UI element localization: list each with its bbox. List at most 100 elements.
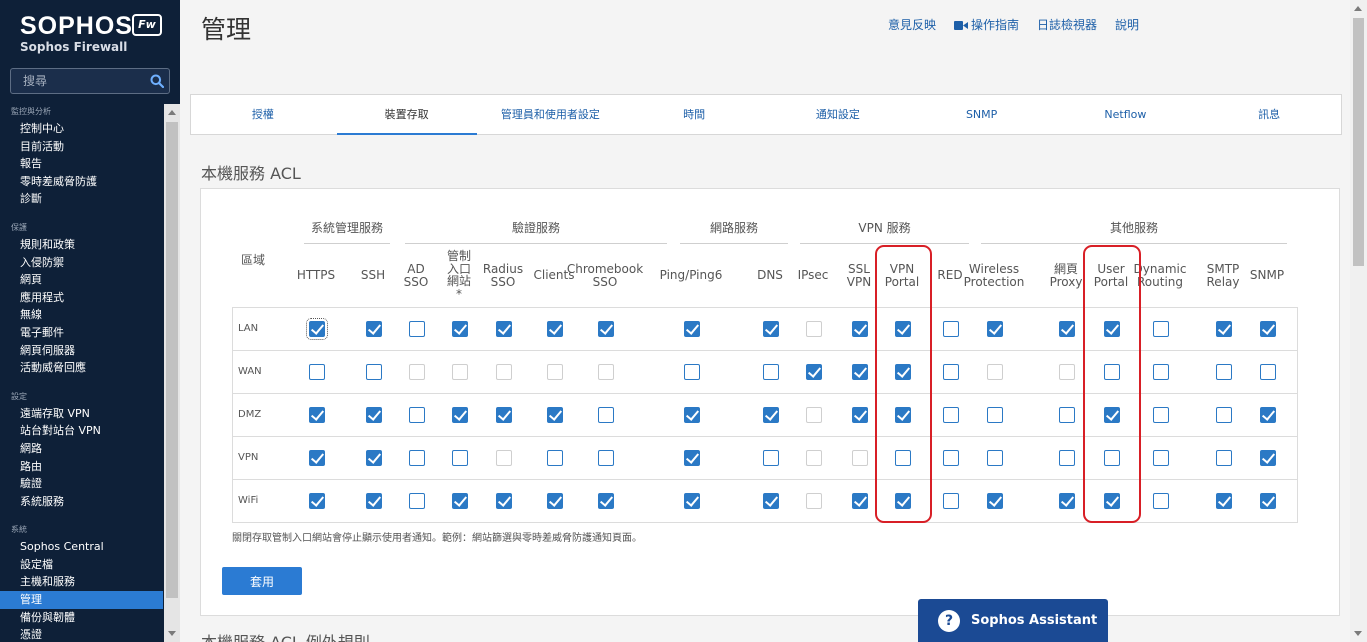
- sophos-assistant-button[interactable]: ? Sophos Assistant: [918, 599, 1108, 642]
- acl-checkbox[interactable]: [366, 493, 382, 509]
- search-input[interactable]: [11, 69, 151, 93]
- acl-checkbox[interactable]: [763, 450, 779, 466]
- acl-checkbox[interactable]: [496, 321, 512, 337]
- sidebar-item[interactable]: 網頁: [0, 271, 163, 289]
- acl-checkbox[interactable]: [1260, 450, 1276, 466]
- acl-checkbox[interactable]: [309, 364, 325, 380]
- sidebar-item[interactable]: 活動威脅回應: [0, 359, 163, 377]
- acl-checkbox[interactable]: [763, 493, 779, 509]
- sidebar-item[interactable]: 備份與韌體: [0, 609, 163, 627]
- tab[interactable]: 裝置存取: [335, 95, 479, 135]
- scroll-up-icon[interactable]: [1354, 6, 1362, 11]
- acl-checkbox[interactable]: [366, 407, 382, 423]
- acl-checkbox[interactable]: [987, 407, 1003, 423]
- tab[interactable]: Netflow: [1054, 95, 1198, 134]
- acl-checkbox[interactable]: [1216, 321, 1232, 337]
- acl-checkbox[interactable]: [496, 407, 512, 423]
- sidebar-item[interactable]: 規則和政策: [0, 236, 163, 254]
- header-link[interactable]: 操作指南: [953, 16, 1019, 33]
- acl-checkbox[interactable]: [547, 493, 563, 509]
- acl-checkbox[interactable]: [1153, 364, 1169, 380]
- sidebar-item[interactable]: 目前活動: [0, 138, 163, 156]
- acl-checkbox[interactable]: [684, 364, 700, 380]
- sidebar-item[interactable]: 網路: [0, 440, 163, 458]
- acl-checkbox[interactable]: [852, 321, 868, 337]
- acl-checkbox[interactable]: [409, 321, 425, 337]
- apply-button[interactable]: 套用: [222, 567, 302, 595]
- sidebar-item[interactable]: 遠端存取 VPN: [0, 405, 163, 423]
- acl-checkbox[interactable]: [1153, 321, 1169, 337]
- sidebar-item[interactable]: 控制中心: [0, 120, 163, 138]
- acl-checkbox[interactable]: [943, 407, 959, 423]
- acl-checkbox[interactable]: [943, 450, 959, 466]
- tab[interactable]: 訊息: [1197, 95, 1341, 134]
- sophos-logo[interactable]: SOPHOS Fw Sophos Firewall: [20, 12, 162, 54]
- acl-checkbox[interactable]: [366, 321, 382, 337]
- sidebar-item[interactable]: 設定檔: [0, 556, 163, 574]
- sidebar-item[interactable]: 電子郵件: [0, 324, 163, 342]
- tab[interactable]: 管理員和使用者設定: [479, 95, 623, 134]
- sidebar-item[interactable]: 憑證: [0, 626, 163, 642]
- sidebar-item[interactable]: Sophos Central: [0, 538, 163, 556]
- header-link[interactable]: 說明: [1115, 16, 1139, 33]
- sidebar-item[interactable]: 入侵防禦: [0, 254, 163, 272]
- scroll-up-icon[interactable]: [168, 110, 176, 115]
- acl-checkbox[interactable]: [1153, 493, 1169, 509]
- acl-checkbox[interactable]: [1260, 493, 1276, 509]
- acl-checkbox[interactable]: [987, 450, 1003, 466]
- search-icon[interactable]: [150, 74, 164, 88]
- acl-checkbox[interactable]: [987, 321, 1003, 337]
- acl-checkbox[interactable]: [1059, 493, 1075, 509]
- acl-checkbox[interactable]: [452, 493, 468, 509]
- sidebar-item[interactable]: 無線: [0, 306, 163, 324]
- acl-checkbox[interactable]: [306, 318, 328, 340]
- acl-checkbox[interactable]: [547, 321, 563, 337]
- acl-checkbox[interactable]: [1216, 364, 1232, 380]
- acl-checkbox[interactable]: [452, 450, 468, 466]
- acl-checkbox[interactable]: [852, 364, 868, 380]
- scroll-down-icon[interactable]: [1354, 631, 1362, 636]
- acl-checkbox[interactable]: [684, 407, 700, 423]
- acl-checkbox[interactable]: [763, 321, 779, 337]
- acl-checkbox[interactable]: [409, 450, 425, 466]
- acl-checkbox[interactable]: [452, 321, 468, 337]
- acl-checkbox[interactable]: [547, 450, 563, 466]
- acl-checkbox[interactable]: [598, 493, 614, 509]
- acl-checkbox[interactable]: [1216, 450, 1232, 466]
- sidebar-item[interactable]: 管理: [0, 591, 163, 609]
- acl-checkbox[interactable]: [1260, 407, 1276, 423]
- acl-checkbox[interactable]: [943, 321, 959, 337]
- acl-checkbox[interactable]: [547, 407, 563, 423]
- sidebar-item[interactable]: 站台對站台 VPN: [0, 422, 163, 440]
- sidebar-item[interactable]: 網頁伺服器: [0, 342, 163, 360]
- acl-checkbox[interactable]: [1153, 407, 1169, 423]
- acl-checkbox[interactable]: [452, 407, 468, 423]
- acl-checkbox[interactable]: [806, 364, 822, 380]
- sidebar-item[interactable]: 報告: [0, 155, 163, 173]
- acl-checkbox[interactable]: [763, 364, 779, 380]
- acl-checkbox[interactable]: [684, 321, 700, 337]
- acl-checkbox[interactable]: [366, 450, 382, 466]
- scroll-down-icon[interactable]: [168, 631, 176, 636]
- acl-checkbox[interactable]: [684, 450, 700, 466]
- main-scroll-thumb[interactable]: [1353, 18, 1364, 266]
- sidebar-item[interactable]: 系統服務: [0, 493, 163, 511]
- acl-checkbox[interactable]: [1216, 407, 1232, 423]
- tab[interactable]: 通知設定: [766, 95, 910, 134]
- acl-checkbox[interactable]: [598, 407, 614, 423]
- sidebar-item[interactable]: 診斷: [0, 190, 163, 208]
- sidebar-scroll-thumb[interactable]: [166, 122, 178, 598]
- acl-checkbox[interactable]: [366, 364, 382, 380]
- acl-checkbox[interactable]: [1059, 407, 1075, 423]
- acl-checkbox[interactable]: [684, 493, 700, 509]
- sidebar-item[interactable]: 路由: [0, 458, 163, 476]
- acl-checkbox[interactable]: [409, 493, 425, 509]
- header-link[interactable]: 日誌檢視器: [1037, 16, 1097, 33]
- acl-checkbox[interactable]: [852, 493, 868, 509]
- sidebar-item[interactable]: 主機和服務: [0, 573, 163, 591]
- acl-checkbox[interactable]: [1260, 364, 1276, 380]
- sidebar-item[interactable]: 零時差威脅防護: [0, 173, 163, 191]
- acl-checkbox[interactable]: [1216, 493, 1232, 509]
- acl-checkbox[interactable]: [598, 450, 614, 466]
- acl-checkbox[interactable]: [409, 407, 425, 423]
